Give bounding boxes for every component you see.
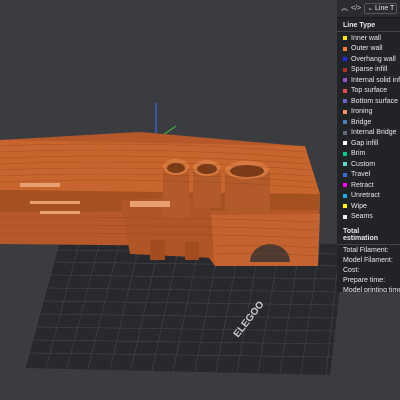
estimation-row: Total Filament: (343, 246, 389, 254)
sliced-model[interactable] (0, 132, 320, 266)
color-swatch (343, 120, 347, 125)
chevron-down-icon: ⌄ (367, 5, 373, 12)
color-swatch (343, 57, 347, 62)
legend-item-label: Travel (351, 171, 371, 179)
color-swatch (343, 99, 347, 104)
legend-panel: ︽ </> ⌄ Line T Line Type Inner wall Outer… (337, 0, 400, 292)
legend-item[interactable]: Wipe (337, 201, 400, 212)
estimation-row: Model Filament: (343, 256, 393, 264)
legend-item[interactable]: Brim (337, 149, 400, 160)
legend-item-label: Sparse infill (351, 66, 388, 74)
legend-item[interactable]: Internal solid infill (337, 75, 400, 86)
legend-item[interactable]: Top surface (337, 86, 400, 97)
chevrons-up-icon[interactable]: ︽ (341, 5, 348, 12)
legend-item[interactable]: Gap infill (337, 138, 400, 149)
legend-item-label: Inner wall (351, 34, 381, 42)
color-swatch (343, 151, 347, 156)
legend-toolbar: ︽ </> ⌄ Line T (337, 0, 400, 18)
legend-item[interactable]: Custom (337, 159, 400, 170)
legend-item-label: Gap infill (351, 139, 379, 147)
estimation-title: Total estimation (337, 224, 400, 245)
legend-item[interactable]: Bottom surface (337, 96, 400, 107)
legend-item-label: Overhang wall (351, 55, 396, 63)
color-swatch (343, 36, 347, 41)
color-swatch (343, 78, 347, 83)
estimation-row: Model printing time: (343, 286, 400, 293)
legend-item-label: Bridge (351, 118, 372, 126)
legend-item-label: Top surface (351, 87, 388, 95)
legend-list: Inner wall Outer wall Overhang wall Sparse … (337, 32, 400, 222)
color-swatch (343, 214, 347, 219)
color-swatch (343, 204, 347, 209)
legend-item[interactable]: Retract (337, 180, 400, 191)
legend-item[interactable]: Outer wall (337, 44, 400, 55)
legend-item-label: Ironing (351, 108, 373, 116)
color-swatch (343, 67, 347, 72)
estimation-list: Total Filament: Model Filament: Cost: Prepa… (337, 245, 400, 293)
legend-item-label: Internal Bridge (351, 129, 397, 137)
legend-item[interactable]: Ironing (337, 107, 400, 118)
code-brackets-icon[interactable]: </> (351, 5, 361, 12)
legend-item[interactable]: Inner wall (337, 33, 400, 44)
legend-item-label: Internal solid infill (351, 76, 400, 84)
legend-item[interactable]: Overhang wall (337, 54, 400, 65)
view-type-dropdown[interactable]: ⌄ Line T (364, 3, 398, 14)
legend-item-label: Bottom surface (351, 97, 399, 105)
estimation-row: Prepare time: (343, 276, 386, 284)
legend-item[interactable]: Unretract (337, 191, 400, 202)
legend-item[interactable]: Seams (337, 212, 400, 223)
color-swatch (343, 46, 347, 51)
legend-item[interactable]: Internal Bridge (337, 128, 400, 139)
color-swatch (343, 141, 347, 146)
legend-item-label: Unretract (351, 192, 380, 200)
color-swatch (343, 162, 347, 167)
legend-item[interactable]: Travel (337, 170, 400, 181)
color-swatch (343, 193, 347, 198)
legend-item-label: Custom (351, 160, 376, 168)
estimation-row: Cost: (343, 266, 360, 274)
color-swatch (343, 172, 347, 177)
legend-item-label: Brim (351, 150, 366, 158)
legend-item-label: Seams (351, 213, 373, 221)
legend-item-label: Retract (351, 181, 374, 189)
legend-title: Line Type (337, 18, 400, 32)
color-swatch (343, 88, 347, 93)
legend-item[interactable]: Sparse infill (337, 65, 400, 76)
legend-item[interactable]: Bridge (337, 117, 400, 128)
color-swatch (343, 109, 347, 114)
color-swatch (343, 183, 347, 188)
color-swatch (343, 130, 347, 135)
view-type-label: Line T (375, 5, 395, 12)
legend-item-label: Wipe (351, 202, 367, 210)
legend-item-label: Outer wall (351, 45, 383, 53)
